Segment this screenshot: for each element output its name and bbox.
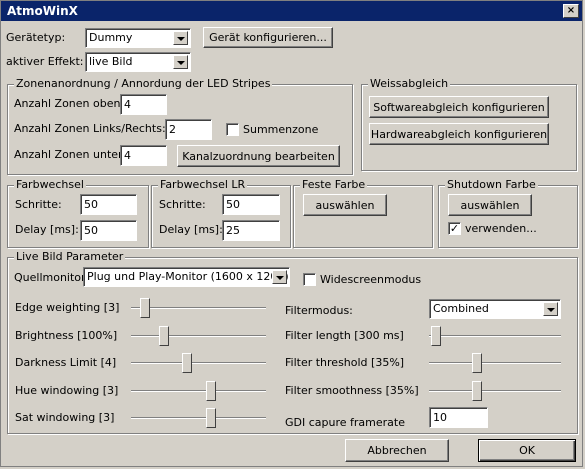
- hardware-balance-button[interactable]: Hardwareabgleich konfigurieren: [369, 123, 549, 145]
- device-type-label: Gerätetyp:: [6, 31, 66, 44]
- configure-device-button[interactable]: Gerät konfigurieren...: [203, 27, 333, 48]
- slider[interactable]: [429, 326, 561, 346]
- chevron-down-icon[interactable]: [543, 302, 558, 316]
- widescreen-label: Widescreenmodus: [320, 273, 422, 286]
- window: AtmoWinX × Gerätetyp: Dummy Gerät konfig…: [0, 0, 583, 467]
- color-change-delay-label: Delay [ms]:: [15, 223, 79, 236]
- window-title: AtmoWinX: [7, 4, 78, 18]
- cancel-button[interactable]: Abbrechen: [345, 439, 449, 462]
- slider-track[interactable]: [131, 307, 266, 309]
- close-icon[interactable]: ×: [563, 4, 579, 18]
- slider-track[interactable]: [429, 335, 561, 337]
- color-change-steps-input[interactable]: [80, 194, 137, 215]
- fixed-color-select-button[interactable]: auswählen: [303, 194, 387, 216]
- source-monitor-value: Plug und Play-Monitor (1600 x 1200): [87, 270, 289, 283]
- color-change-lr-steps-input[interactable]: [222, 194, 280, 215]
- color-change-lr-delay-input[interactable]: [222, 220, 280, 241]
- slider[interactable]: [131, 353, 266, 373]
- sum-zone-checkbox[interactable]: [226, 123, 239, 136]
- channel-mapping-button[interactable]: Kanalzuordnung bearbeiten: [177, 145, 340, 167]
- slider-thumb[interactable]: [472, 353, 482, 373]
- active-effect-value: live Bild: [89, 55, 133, 68]
- zones-top-label: Anzahl Zonen oben:: [14, 97, 125, 110]
- slider-thumb[interactable]: [206, 381, 216, 401]
- color-change-lr-delay-label: Delay [ms]:: [159, 223, 223, 236]
- chevron-down-icon[interactable]: [173, 55, 188, 69]
- slider-track[interactable]: [131, 362, 266, 364]
- chevron-down-icon[interactable]: [272, 270, 287, 284]
- live-params-title: Live Bild Parameter: [14, 250, 126, 264]
- slider-label: Hue windowing [3]: [15, 384, 119, 397]
- ok-button[interactable]: OK: [478, 439, 576, 462]
- slider-label: Darkness Limit [4]: [15, 356, 117, 369]
- slider-thumb[interactable]: [472, 381, 482, 401]
- filter-mode-value: Combined: [433, 302, 489, 315]
- title-bar[interactable]: AtmoWinX ×: [1, 1, 582, 21]
- zones-bottom-label: Anzahl Zonen unten:: [14, 148, 129, 161]
- slider-thumb[interactable]: [206, 408, 216, 428]
- slider-label: Filter threshold [35%]: [285, 356, 405, 369]
- slider-track[interactable]: [131, 390, 266, 392]
- slider-thumb[interactable]: [159, 326, 169, 346]
- sum-zone-label: Summenzone: [243, 123, 319, 136]
- filter-mode-select[interactable]: Combined: [429, 299, 561, 319]
- fixed-color-title: Feste Farbe: [300, 178, 368, 192]
- slider-track[interactable]: [131, 417, 266, 419]
- slider[interactable]: [131, 408, 266, 428]
- slider[interactable]: [429, 353, 561, 373]
- zones-lr-label: Anzahl Zonen Links/Rechts:: [14, 122, 166, 135]
- slider-label: Filter smoothness [35%]: [285, 384, 419, 397]
- slider-track[interactable]: [131, 335, 266, 337]
- device-type-value: Dummy: [89, 31, 133, 44]
- shutdown-use-label: verwenden...: [465, 222, 537, 235]
- color-change-title: Farbwechsel: [14, 178, 86, 192]
- slider-track[interactable]: [429, 362, 561, 364]
- slider[interactable]: [429, 381, 561, 401]
- color-change-steps-label: Schritte:: [15, 198, 62, 211]
- device-type-select[interactable]: Dummy: [85, 28, 191, 48]
- color-change-lr-title: Farbwechsel LR: [158, 178, 248, 192]
- slider[interactable]: [131, 381, 266, 401]
- white-balance-title: Weissabgleich: [368, 77, 451, 91]
- software-balance-button[interactable]: Softwareabgleich konfigurieren: [369, 96, 549, 118]
- color-change-delay-input[interactable]: [80, 220, 137, 241]
- slider-label: Sat windowing [3]: [15, 411, 115, 424]
- source-monitor-select[interactable]: Plug und Play-Monitor (1600 x 1200): [83, 267, 290, 287]
- zones-group-title: Zonenanordnung / Annordung der LED Strip…: [14, 77, 273, 91]
- shutdown-color-select-button[interactable]: auswählen: [448, 194, 532, 216]
- slider[interactable]: [131, 326, 266, 346]
- gdi-framerate-input[interactable]: [429, 407, 488, 428]
- shutdown-use-checkbox[interactable]: ✓: [448, 222, 461, 235]
- gdi-framerate-label: GDI capure framerate: [285, 416, 405, 429]
- zones-top-input[interactable]: [120, 94, 167, 115]
- zones-bottom-input[interactable]: [120, 145, 167, 166]
- active-effect-select[interactable]: live Bild: [85, 52, 191, 72]
- slider-thumb[interactable]: [431, 326, 441, 346]
- zones-lr-input[interactable]: [165, 119, 212, 140]
- color-change-lr-steps-label: Schritte:: [159, 198, 206, 211]
- filter-mode-label: Filtermodus:: [285, 304, 353, 317]
- chevron-down-icon[interactable]: [173, 31, 188, 45]
- slider-thumb[interactable]: [182, 353, 192, 373]
- slider[interactable]: [131, 298, 266, 318]
- slider-track[interactable]: [429, 390, 561, 392]
- slider-label: Filter length [300 ms]: [285, 329, 404, 342]
- source-monitor-label: Quellmonitor:: [14, 271, 90, 284]
- widescreen-checkbox[interactable]: [303, 273, 316, 286]
- active-effect-label: aktiver Effekt:: [6, 55, 84, 68]
- slider-thumb[interactable]: [140, 298, 150, 318]
- slider-label: Edge weighting [3]: [15, 301, 120, 314]
- slider-label: Brightness [100%]: [15, 329, 118, 342]
- shutdown-color-title: Shutdown Farbe: [445, 178, 538, 192]
